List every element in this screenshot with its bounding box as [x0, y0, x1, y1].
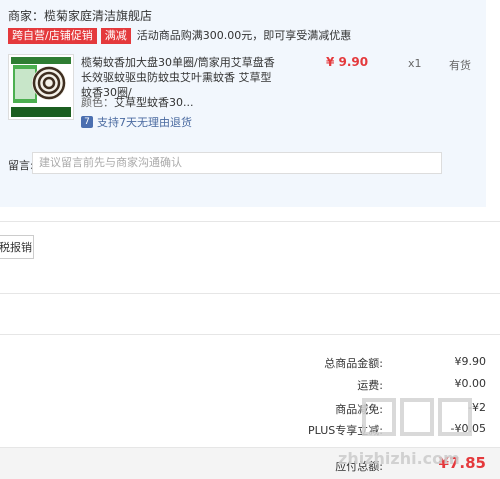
divider — [0, 293, 500, 294]
seller-label: 商家： — [8, 9, 45, 23]
promo-tag-discount: 满减 — [100, 28, 131, 44]
note-input[interactable]: 建议留言前先与商家沟通确认 — [32, 152, 442, 174]
seller-name[interactable]: 榄菊家庭清洁旗舰店 — [44, 9, 152, 23]
watermark-box — [438, 398, 472, 436]
product-quantity: x1 — [408, 57, 422, 70]
divider — [0, 221, 500, 222]
watermark-text: zhizhizhi.com — [338, 449, 460, 468]
summary-value: ¥0.00 — [454, 377, 487, 390]
color-line: 颜色：艾草型蚊香30... — [81, 94, 194, 110]
order-panel: 商家：榄菊家庭清洁旗舰店 跨自营/店铺促销 满减 活动商品购满300.00元，即可享… — [0, 0, 486, 207]
summary-label: 总商品金额: — [324, 357, 383, 370]
divider — [0, 334, 500, 335]
product-thumbnail[interactable] — [8, 54, 74, 120]
mosquito-coil-product-image — [9, 55, 73, 119]
seller-line: 商家：榄菊家庭清洁旗舰店 — [8, 7, 152, 24]
watermark-logo — [362, 398, 472, 436]
summary-value: ¥9.90 — [454, 355, 487, 368]
watermark-box — [362, 398, 396, 436]
product-price: ¥ 9.90 — [326, 55, 369, 69]
promo-text: 活动商品购满300.00元，即可享受满减优惠 — [136, 29, 352, 42]
summary-row-shipping: 运费: ¥0.00 — [300, 377, 486, 393]
invoice-button[interactable]: 税报销 — [0, 235, 34, 259]
summary-row-goods-total: 总商品金额: ¥9.90 — [300, 355, 486, 371]
return-policy-text: 支持7天无理由退货 — [97, 116, 192, 129]
color-label: 颜色： — [81, 96, 114, 109]
color-value: 艾草型蚊香30... — [114, 96, 194, 109]
stock-status: 有货 — [449, 59, 471, 72]
promo-tag-cross-store: 跨自营/店铺促销 — [8, 28, 97, 44]
watermark-box — [400, 398, 434, 436]
return-policy[interactable]: 7 支持7天无理由退货 — [81, 114, 192, 130]
summary-label: 运费: — [357, 379, 383, 392]
promo-row: 跨自营/店铺促销 满减 活动商品购满300.00元，即可享受满减优惠 — [8, 28, 351, 44]
seven-day-return-icon: 7 — [81, 116, 93, 128]
note-label: 留言: — [8, 159, 34, 172]
